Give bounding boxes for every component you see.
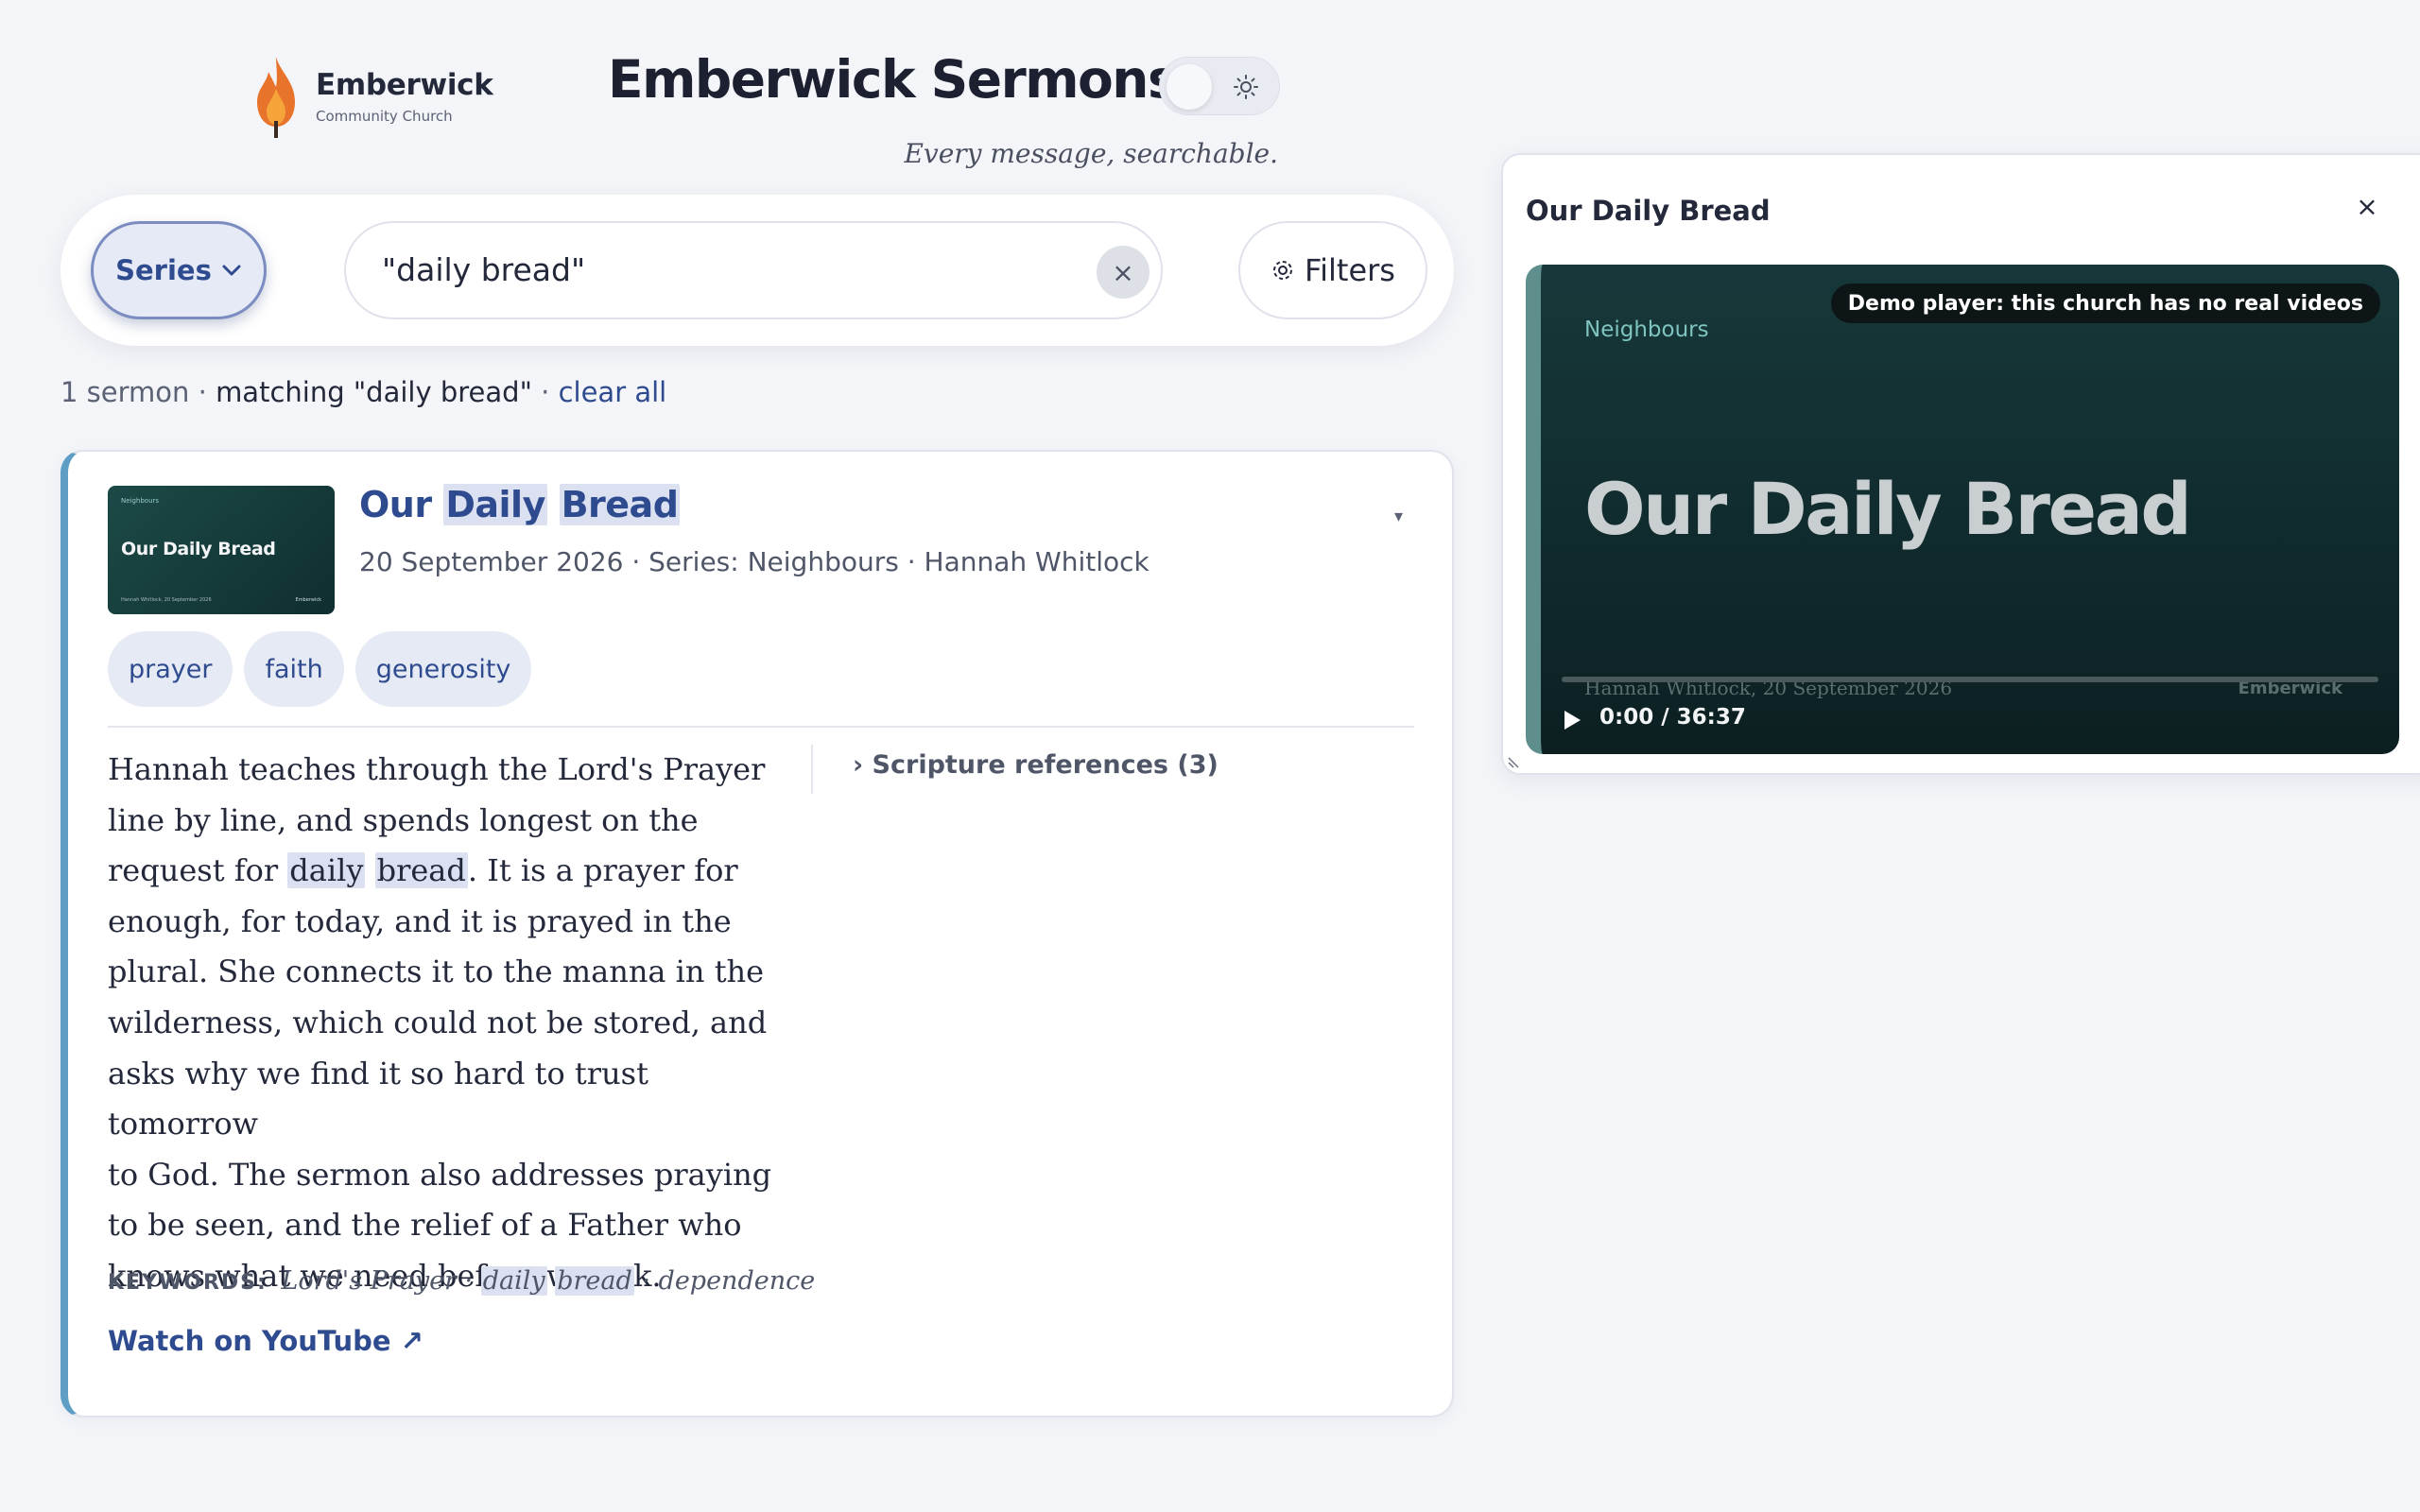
player-title: Our Daily Bread	[1526, 195, 1771, 227]
tag-list: prayer faith generosity	[108, 631, 532, 707]
description-line: Hannah teaches through the Lord's Prayer	[108, 745, 779, 796]
search-query: "daily bread"	[382, 251, 586, 288]
keyword-separator: ·	[456, 1266, 481, 1296]
title-highlight: Daily	[443, 484, 547, 525]
filters-label: Filters	[1305, 252, 1395, 288]
progress-bar[interactable]	[1562, 677, 2378, 682]
result-count: 1 sermon	[60, 376, 190, 408]
card-divider	[108, 726, 1414, 728]
scripture-label: Scripture references (3)	[872, 750, 1219, 780]
description-text: Hannah teaches through the Lord's Prayer	[108, 751, 766, 787]
watch-on-youtube-link[interactable]: Watch on YouTube ↗	[108, 1325, 424, 1357]
title-highlight: Bread	[559, 484, 681, 525]
summary-separator: ·	[189, 376, 216, 408]
keyword-highlight: bread	[555, 1266, 634, 1296]
demo-badge: Demo player: this church has no real vid…	[1830, 284, 2380, 323]
resize-handle-icon[interactable]	[1507, 754, 1522, 769]
video-time: 0:00 / 36:37	[1599, 705, 1746, 730]
close-icon[interactable]: ×	[2348, 187, 2386, 225]
series-dropdown-button[interactable]: Series	[91, 221, 267, 319]
summary-separator: ·	[531, 376, 559, 408]
title-part: Our	[359, 484, 444, 525]
meta-separator: ·	[623, 546, 649, 577]
meta-separator: ·	[898, 546, 925, 577]
title-part	[547, 484, 560, 525]
brand-subtitle: Community Church	[316, 108, 453, 125]
church-logo[interactable]: Emberwick Community Church	[251, 55, 493, 138]
description-text: asks why we find it so hard to trust tom…	[108, 1055, 648, 1143]
description-highlight: daily	[287, 852, 366, 889]
description-text: line by line, and spends longest on the	[108, 801, 699, 838]
description-line: to God. The sermon also addresses prayin…	[108, 1150, 779, 1201]
chevron-right-icon: ›	[853, 750, 864, 780]
scripture-references-toggle[interactable]: › Scripture references (3)	[853, 750, 1219, 780]
thumbnail-series: Neighbours	[121, 497, 160, 505]
keywords-label: KEYWORDS:	[108, 1271, 268, 1295]
keyword: dependence	[658, 1266, 816, 1296]
description-text	[365, 852, 374, 888]
video-series: Neighbours	[1584, 318, 1709, 342]
search-bar: Series "daily bread" × Filters	[60, 195, 1454, 346]
video-player-panel: Our Daily Bread × Neighbours Demo player…	[1501, 153, 2420, 775]
thumbnail-brand: Emberwick	[295, 597, 321, 603]
expand-card-button[interactable]: ▾	[1394, 507, 1403, 526]
brand-name: Emberwick	[316, 68, 493, 102]
video-title: Our Daily Bread	[1584, 467, 2192, 551]
clear-search-button[interactable]: ×	[1097, 246, 1150, 299]
description-line: asks why we find it so hard to trust tom…	[108, 1049, 779, 1150]
description-line: wilderness, which could not be stored, a…	[108, 998, 779, 1049]
description-text: wilderness, which could not be stored, a…	[108, 1004, 768, 1040]
toggle-knob	[1167, 64, 1212, 110]
description-text: request for	[108, 852, 288, 889]
description-line: request for daily bread. It is a prayer …	[108, 846, 779, 897]
play-icon[interactable]	[1562, 709, 1582, 731]
sermon-thumbnail[interactable]: Neighbours Our Daily Bread Hannah Whitlo…	[108, 486, 335, 614]
tag-chip[interactable]: prayer	[108, 631, 233, 707]
sermon-meta: 20 September 2026 · Series: Neighbours ·…	[359, 546, 1150, 577]
sermon-title[interactable]: Our Daily Bread	[359, 484, 681, 525]
series-button-label: Series	[115, 254, 212, 286]
description-line: plural. She connects it to the manna in …	[108, 947, 779, 998]
tag-chip[interactable]: faith	[244, 631, 344, 707]
column-divider	[811, 745, 813, 794]
description-text: . It is a prayer for	[467, 852, 738, 889]
theme-toggle[interactable]	[1159, 57, 1280, 115]
matching-text: matching "daily bread"	[216, 376, 532, 408]
sermon-description: Hannah teaches through the Lord's Prayer…	[108, 745, 779, 1302]
description-line: line by line, and spends longest on the	[108, 796, 779, 847]
description-text: to God. The sermon also addresses prayin…	[108, 1156, 772, 1193]
thumbnail-footer: Hannah Whitlock, 20 September 2026	[121, 597, 212, 603]
clear-all-link[interactable]: clear all	[559, 376, 667, 408]
page-title: Emberwick Sermons	[608, 49, 1179, 110]
description-text: plural. She connects it to the manna in …	[108, 954, 765, 990]
sermon-card: Neighbours Our Daily Bread Hannah Whitlo…	[60, 450, 1454, 1418]
keyword: Lord's Prayer	[281, 1266, 457, 1296]
description-line: enough, for today, and it is prayed in t…	[108, 897, 779, 948]
sermon-date: 20 September 2026	[359, 546, 624, 577]
description-text: to be seen, and the relief of a Father w…	[108, 1207, 742, 1244]
description-text: enough, for today, and it is prayed in t…	[108, 902, 732, 939]
description-highlight: bread	[374, 852, 468, 889]
video-player[interactable]: Neighbours Demo player: this church has …	[1526, 265, 2399, 754]
sermon-series: Series: Neighbours	[648, 546, 899, 577]
chevron-down-icon	[222, 265, 241, 276]
thumbnail-title: Our Daily Bread	[121, 539, 276, 559]
keywords: KEYWORDS: Lord's Prayer · daily bread · …	[108, 1266, 815, 1296]
sermon-speaker: Hannah Whitlock	[924, 546, 1150, 577]
results-summary: 1 sermon · matching "daily bread" · clea…	[60, 376, 666, 408]
flame-icon	[257, 57, 295, 138]
tag-chip[interactable]: generosity	[354, 631, 532, 707]
tagline: Every message, searchable.	[904, 138, 1278, 169]
sun-icon	[1234, 75, 1258, 99]
description-line: to be seen, and the relief of a Father w…	[108, 1200, 779, 1251]
filters-button[interactable]: Filters	[1238, 221, 1427, 319]
keyword-separator: ·	[633, 1266, 659, 1296]
keyword-highlight: daily	[480, 1266, 547, 1296]
gear-icon	[1273, 261, 1293, 280]
search-input[interactable]: "daily bread" ×	[344, 221, 1163, 319]
